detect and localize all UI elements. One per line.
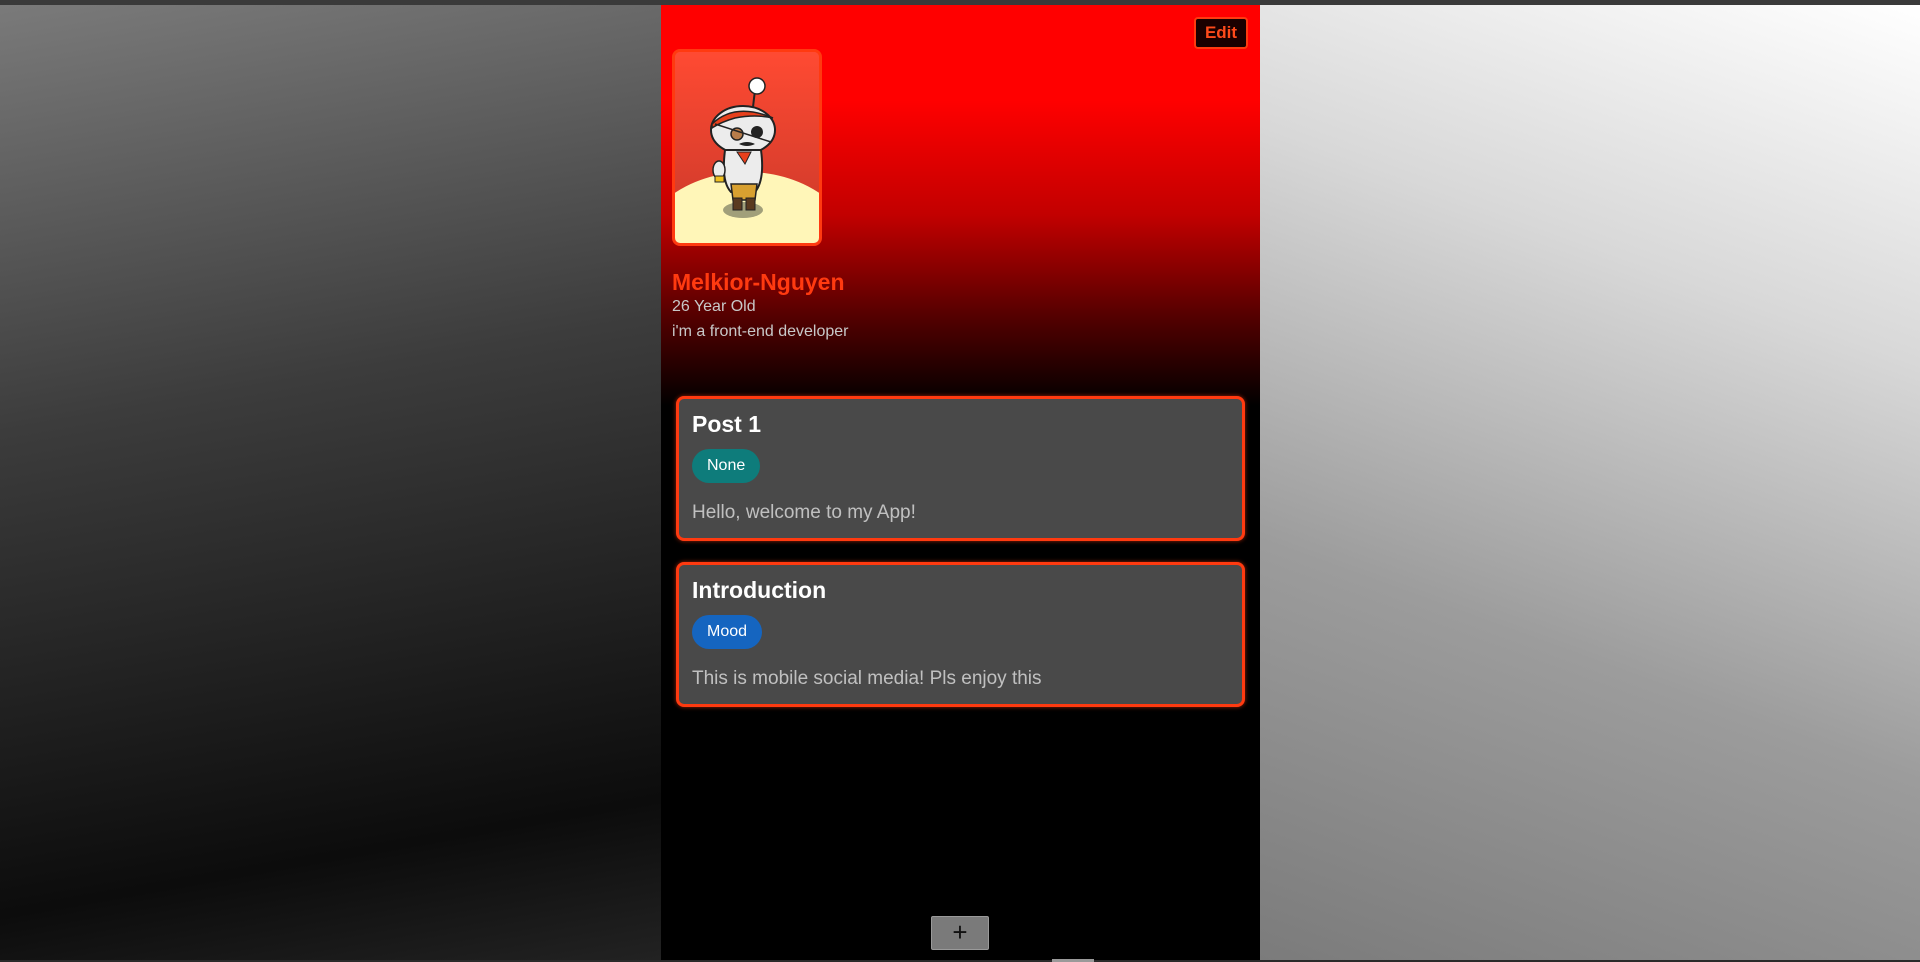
profile-name: Melkior-Nguyen	[672, 269, 845, 295]
edit-profile-button[interactable]: Edit	[1194, 17, 1248, 49]
post-title: Post 1	[692, 411, 762, 437]
background-right-panel	[1260, 5, 1920, 960]
background-left-panel	[0, 5, 661, 960]
post-tag-badge: None	[692, 449, 761, 483]
post-body: This is mobile social media! Pls enjoy t…	[692, 668, 1042, 689]
post-tag-badge: Mood	[692, 615, 763, 649]
avatar	[672, 49, 822, 246]
profile-bio: i'm a front-end developer	[672, 323, 849, 340]
profile-age: 26 Year Old	[672, 298, 756, 315]
mobile-app-frame: Edit Melkior-Nguyen 26 Year Old i'm a fr…	[661, 5, 1260, 960]
add-post-button[interactable]: +	[931, 916, 989, 950]
post-card[interactable]: Post 1 None Hello, welcome to my App!	[676, 396, 1245, 541]
post-card[interactable]: Introduction Mood This is mobile social …	[676, 562, 1245, 707]
post-body: Hello, welcome to my App!	[692, 502, 916, 523]
post-title: Introduction	[692, 577, 827, 603]
reddit-pirate-avatar-icon	[675, 52, 819, 243]
